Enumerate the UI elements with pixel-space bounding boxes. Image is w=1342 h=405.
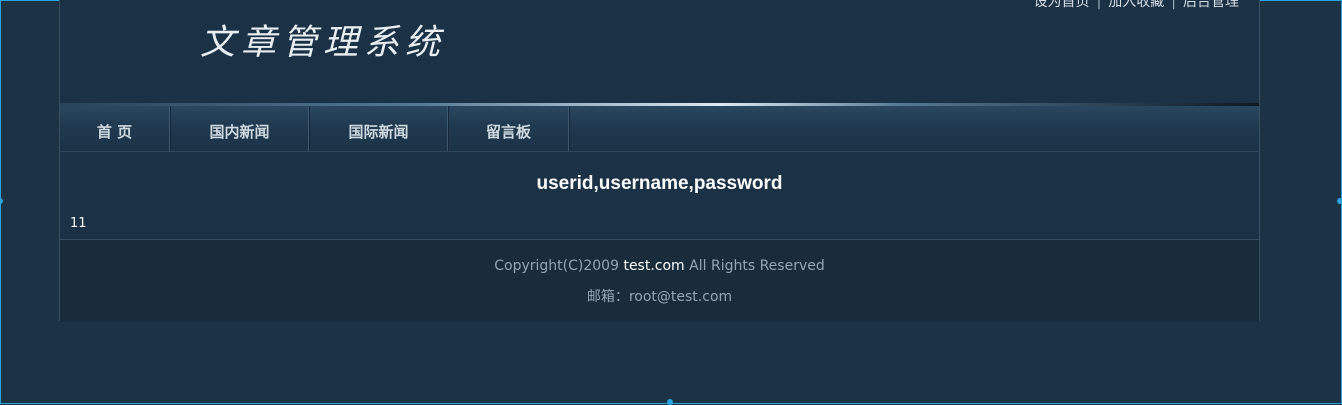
main-nav: 首 页 国内新闻 国际新闻 留言板	[60, 103, 1259, 152]
resize-handle-right[interactable]	[1337, 198, 1342, 204]
content-value: 11	[70, 216, 87, 231]
nav-item-guestbook[interactable]: 留言板	[449, 106, 570, 151]
site-logo: 文章管理系统	[200, 23, 447, 63]
resize-handle-bottom[interactable]	[667, 399, 673, 405]
brand-link[interactable]: test.com	[623, 258, 684, 274]
admin-link[interactable]: 后台管理	[1183, 0, 1239, 10]
nav-item-home[interactable]: 首 页	[60, 106, 171, 151]
top-links: 设为首页 | 加入收藏 | 后台管理	[1034, 0, 1239, 11]
add-favorite-link[interactable]: 加入收藏	[1108, 0, 1164, 10]
link-separator: |	[1171, 0, 1176, 10]
resize-handle-left[interactable]	[0, 198, 3, 204]
email-line: 邮箱：root@test.com	[586, 289, 733, 305]
site-footer: Copyright(C)2009 test.com All Rights Res…	[60, 239, 1259, 322]
nav-item-domestic-news[interactable]: 国内新闻	[171, 106, 310, 151]
copyright-line: Copyright(C)2009 test.com All Rights Res…	[60, 258, 1259, 274]
site-header: 文章管理系统 设为首页 | 加入收藏 | 后台管理	[60, 0, 1259, 103]
link-separator: |	[1096, 0, 1102, 10]
set-homepage-link[interactable]: 设为首页	[1034, 0, 1090, 10]
content-title: userid,username,password	[536, 173, 783, 194]
copyright-suffix: All Rights Reserved	[689, 258, 825, 274]
page-container: 文章管理系统 设为首页 | 加入收藏 | 后台管理 首 页 国内新闻 国际新闻 留言板 …	[59, 0, 1260, 322]
copyright-prefix: Copyright(C)2009	[494, 258, 619, 274]
nav-item-international-news[interactable]: 国际新闻	[310, 106, 449, 151]
